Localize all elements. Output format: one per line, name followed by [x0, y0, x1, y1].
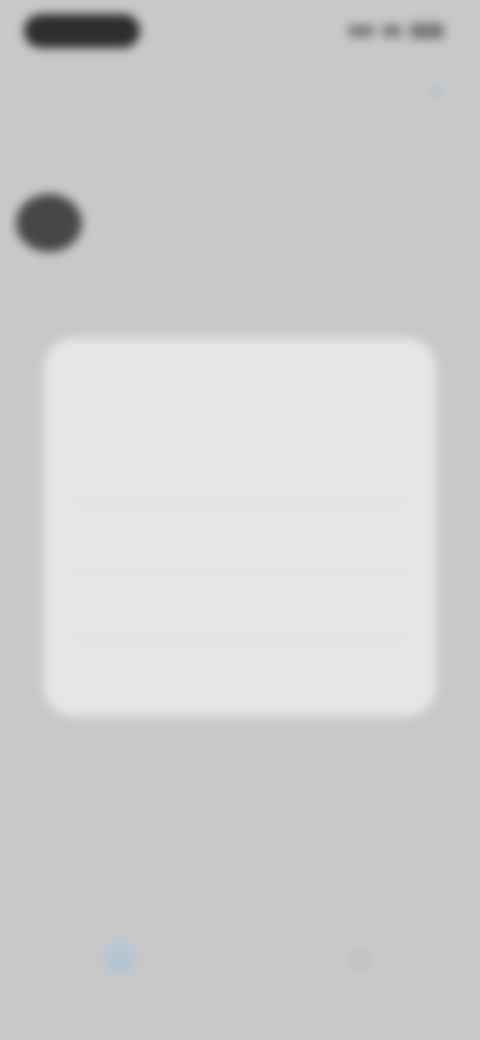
signal-icon	[348, 25, 374, 37]
dialog-title	[84, 370, 324, 394]
tab-profile[interactable]: ☺	[300, 940, 420, 1020]
status-time	[24, 14, 140, 48]
screen: + ⌂ ☺	[0, 0, 480, 1040]
profile-name	[104, 212, 324, 234]
dialog-message	[84, 408, 404, 488]
battery-icon	[410, 23, 444, 39]
dialog-primary-button[interactable]	[68, 502, 412, 557]
status-bar	[0, 0, 480, 60]
page-subtitle	[28, 140, 268, 160]
tab-home[interactable]: ⌂	[60, 940, 180, 1020]
wifi-icon	[382, 25, 402, 37]
bottom-section-link[interactable]	[380, 890, 450, 910]
bottom-section-subtitle	[28, 898, 168, 916]
avatar	[16, 194, 82, 252]
header: +	[0, 66, 480, 126]
alert-dialog	[44, 338, 436, 716]
add-icon[interactable]: +	[416, 72, 456, 112]
profile-row[interactable]	[0, 190, 480, 260]
dialog-cancel-button[interactable]	[68, 638, 412, 693]
tab-bar: ⌂ ☺	[0, 930, 480, 1040]
status-icons	[348, 22, 444, 40]
bottom-section-title	[28, 872, 168, 894]
page-title	[28, 76, 198, 102]
home-icon: ⌂	[102, 940, 138, 976]
dialog-secondary-button[interactable]	[68, 570, 412, 625]
person-icon: ☺	[346, 943, 374, 973]
